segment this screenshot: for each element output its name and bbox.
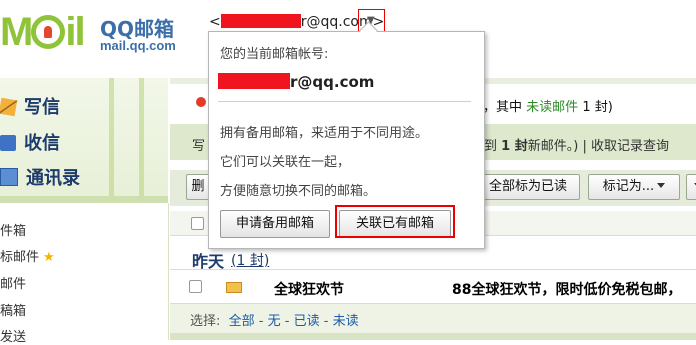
mail-sender[interactable]: 全球狂欢节: [274, 279, 344, 299]
folder-group-mail[interactable]: 邮件: [0, 273, 26, 292]
nav-inbox[interactable]: 收信: [0, 129, 60, 155]
mark-all-read-button[interactable]: 全部标为已读: [476, 174, 580, 200]
logo-mail: Mil: [0, 10, 84, 55]
notice-left-text: 写: [192, 135, 205, 154]
folder-sent[interactable]: 发送: [0, 326, 26, 345]
highlight-box: [335, 205, 455, 238]
group-count-link[interactable]: (1 封): [231, 250, 269, 270]
caret-down-icon: [657, 183, 665, 188]
more-dropdown[interactable]: [686, 174, 696, 200]
star-icon: ★: [43, 250, 55, 265]
folder-drafts[interactable]: 稿箱: [0, 300, 26, 319]
delete-button[interactable]: 删: [186, 174, 210, 200]
popover-line-3: 方便随意切换不同的邮箱。: [220, 180, 376, 199]
redacted-block: [218, 73, 290, 89]
popover-line-1: 拥有备用邮箱，来适用于不同用途。: [220, 122, 428, 141]
nav-write[interactable]: 写信: [0, 93, 60, 119]
bamboo-decoration: [95, 78, 165, 196]
nav-contacts[interactable]: 通讯录: [0, 164, 80, 190]
fetch-history-link[interactable]: 新邮件。) | 收取记录查询: [528, 139, 669, 154]
popover-divider: [218, 101, 471, 102]
popover-title: 您的当前邮箱帐号:: [220, 43, 328, 62]
logo-bell-icon: [31, 15, 65, 49]
sidebar-divider: [0, 196, 168, 203]
mail-status-icon: [196, 97, 206, 107]
envelope-icon: [226, 282, 242, 293]
unread-mail-link[interactable]: 未读邮件: [526, 100, 578, 115]
inbox-icon: [0, 135, 16, 151]
logo-mail-text: M: [0, 10, 31, 54]
mark-as-dropdown[interactable]: 标记为...: [588, 174, 680, 200]
folder-starred[interactable]: 标邮件★: [0, 246, 55, 265]
select-links: 选择: 全部 - 无 - 已读 - 未读: [190, 310, 359, 329]
inbox-summary: 封，其中 未读邮件 1 封): [470, 96, 613, 115]
select-all-checkbox[interactable]: [191, 217, 204, 230]
mail-subject[interactable]: 88全球狂欢节，限时低价免税包邮，: [452, 279, 681, 299]
select-read-link[interactable]: 已读: [294, 314, 320, 329]
select-none-link[interactable]: 无: [268, 314, 281, 329]
select-unread-link[interactable]: 未读: [333, 314, 359, 329]
logo-domain: mail.qq.com: [100, 38, 176, 53]
redacted-block: [221, 14, 301, 28]
select-all-link[interactable]: 全部: [229, 314, 255, 329]
popover-email: r@qq.com: [218, 73, 374, 91]
bottom-band: [170, 333, 696, 340]
pencil-icon: [0, 98, 17, 117]
apply-backup-mailbox-button[interactable]: 申请备用邮箱: [220, 210, 330, 238]
row-divider: [170, 269, 696, 270]
new-mail-notice: 到 1 封新邮件。) | 收取记录查询: [484, 135, 669, 154]
folder-inbox[interactable]: 件箱: [0, 220, 26, 239]
popover-line-2: 它们可以关联在一起，: [220, 151, 350, 170]
contacts-icon: [0, 168, 18, 186]
mail-row-checkbox[interactable]: [189, 280, 202, 293]
